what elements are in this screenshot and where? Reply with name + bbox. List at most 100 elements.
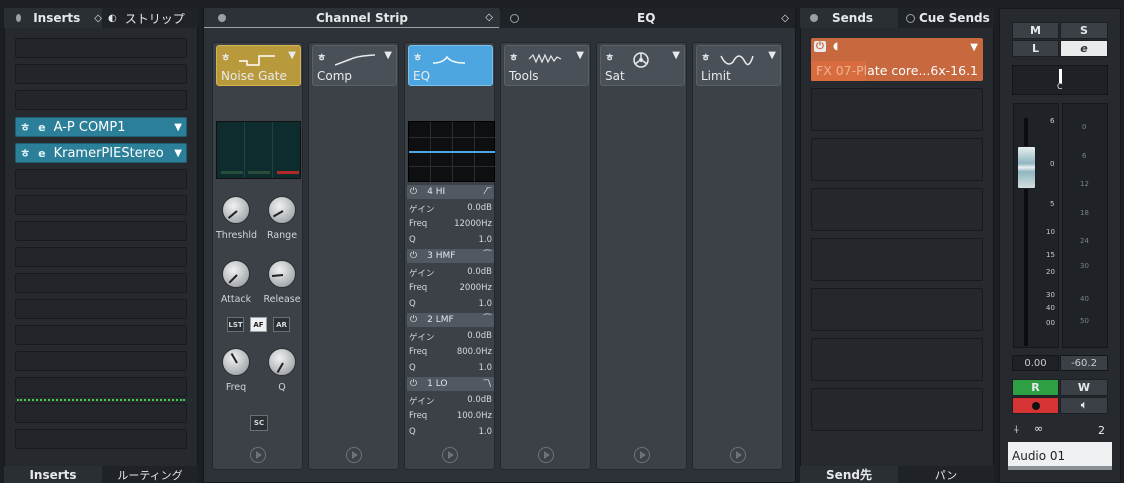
cue-sends-tab[interactable]: Cue Sends: [898, 8, 994, 28]
sidechain-button[interactable]: SC: [250, 415, 268, 431]
dropdown-arrow-icon[interactable]: ▼: [672, 50, 680, 61]
eq-band-4-gain[interactable]: ゲイン 0.0dB: [409, 203, 492, 215]
inserts-bottom-tab[interactable]: Inserts: [4, 466, 102, 483]
eq-band-2-freq[interactable]: Freq 800.0Hz: [409, 347, 492, 357]
play-icon[interactable]: [250, 447, 266, 463]
sends-tab[interactable]: Sends: [800, 8, 898, 28]
play-icon[interactable]: [538, 447, 554, 463]
insert-slot[interactable]: [15, 351, 187, 371]
eq-band-2-header[interactable]: ⏻ 2 LMF ⁀: [407, 313, 494, 327]
play-icon[interactable]: [442, 447, 458, 463]
peak-filter-icon[interactable]: ⁀: [484, 315, 491, 325]
routing-tab[interactable]: ルーティング: [102, 466, 198, 483]
read-automation-button[interactable]: R: [1012, 379, 1059, 396]
attack-knob[interactable]: [222, 260, 250, 288]
eq-band-1-freq[interactable]: Freq 100.0Hz: [409, 411, 492, 421]
edit-icon[interactable]: e: [38, 121, 45, 134]
insert-slot[interactable]: [15, 169, 187, 189]
eq-band-1-q[interactable]: Q 1.0: [409, 427, 492, 437]
pan-tab[interactable]: パン: [898, 466, 994, 483]
dropdown-arrow-icon[interactable]: ▼: [288, 50, 296, 61]
power-icon[interactable]: ㅎ: [221, 49, 230, 64]
send-level[interactable]: -16.1: [946, 63, 978, 78]
eq-band-3-freq[interactable]: Freq 2000Hz: [409, 283, 492, 293]
bypass-icon[interactable]: ㅎ: [20, 119, 30, 135]
q-knob[interactable]: [268, 348, 296, 376]
solo-button[interactable]: S: [1060, 22, 1108, 39]
send-slot[interactable]: [811, 138, 983, 181]
play-icon[interactable]: [634, 447, 650, 463]
eq-band-1-header[interactable]: ⏻ 1 LO ‾\: [407, 377, 494, 391]
send-slot[interactable]: [811, 188, 983, 231]
high-shelf-icon[interactable]: ⁄‾: [485, 187, 491, 197]
power-icon[interactable]: ⏻: [410, 187, 417, 197]
module-header-sat[interactable]: ㅎ ▼ Sat: [600, 45, 685, 86]
eq-band-1-gain[interactable]: ゲイン 0.0dB: [409, 395, 492, 407]
send-power-icon[interactable]: ⏻: [814, 41, 826, 52]
send-slot[interactable]: [811, 338, 983, 381]
dropdown-arrow-icon[interactable]: ▼: [174, 148, 182, 159]
strip-tab[interactable]: ◐ ストリップ: [102, 8, 198, 28]
edit-channel-button[interactable]: e: [1060, 40, 1108, 57]
eq-band-3-header[interactable]: ⏻ 3 HMF ⁀: [407, 249, 494, 263]
power-icon[interactable]: ⏻: [410, 251, 417, 261]
waveform-icon[interactable]: ⍭: [1013, 423, 1020, 437]
module-header-comp[interactable]: ㅎ ▼ Comp: [312, 45, 397, 86]
eq-band-3-q[interactable]: Q 1.0: [409, 299, 492, 309]
power-icon[interactable]: ㅎ: [605, 49, 614, 64]
insert-slot-1[interactable]: ㅎ e A-P COMP1 ▼: [15, 117, 187, 137]
bypass-icon[interactable]: ㅎ: [20, 145, 30, 161]
diamond-icon[interactable]: ◇: [94, 13, 102, 24]
eq-band-3-gain[interactable]: ゲイン 0.0dB: [409, 267, 492, 279]
power-icon[interactable]: ㅎ: [317, 49, 326, 64]
freq-knob[interactable]: [222, 348, 250, 376]
send-slot[interactable]: [811, 288, 983, 331]
volume-fader-handle[interactable]: [1017, 146, 1036, 189]
volume-readout[interactable]: 0.00: [1012, 355, 1059, 371]
peak-readout[interactable]: -60.2: [1060, 355, 1108, 371]
diamond-icon[interactable]: ◇: [781, 13, 789, 24]
dropdown-arrow-icon[interactable]: ▼: [576, 50, 584, 61]
power-icon[interactable]: ⏻: [410, 315, 417, 325]
power-icon[interactable]: ㅎ: [413, 49, 422, 64]
eq-band-4-header[interactable]: ⏻ 4 HI ⁄‾: [407, 185, 494, 199]
record-enable-button[interactable]: [1012, 397, 1059, 414]
peak-filter-icon[interactable]: ⁀: [484, 251, 491, 261]
eq-band-4-q[interactable]: Q 1.0: [409, 235, 492, 245]
diamond-icon[interactable]: ◇: [485, 12, 493, 23]
insert-slot[interactable]: [15, 299, 187, 319]
threshold-knob[interactable]: [222, 196, 250, 224]
insert-slot[interactable]: [15, 64, 187, 84]
insert-slot[interactable]: [15, 325, 187, 345]
pan-control[interactable]: C: [1012, 65, 1108, 95]
dropdown-arrow-icon[interactable]: ▼: [174, 122, 182, 133]
pre-post-icon[interactable]: ◖: [833, 41, 838, 52]
insert-slot-2[interactable]: ㅎ e KramerPIEStereo ▼: [15, 143, 187, 163]
af-button[interactable]: AF: [250, 317, 267, 332]
send-slot[interactable]: [811, 238, 983, 281]
module-header-noise-gate[interactable]: ㅎ ▼ Noise Gate: [216, 45, 301, 86]
link-icon[interactable]: ∞: [1034, 422, 1043, 435]
insert-slot[interactable]: [15, 195, 187, 215]
insert-slot[interactable]: [15, 247, 187, 267]
eq-band-2-gain[interactable]: ゲイン 0.0dB: [409, 331, 492, 343]
insert-slot[interactable]: [15, 221, 187, 241]
inserts-tab[interactable]: Inserts ◇: [4, 8, 102, 28]
lst-button[interactable]: LST: [227, 317, 244, 332]
low-shelf-icon[interactable]: ‾\: [483, 379, 491, 389]
power-icon[interactable]: ㅎ: [509, 49, 518, 64]
ar-button[interactable]: AR: [273, 317, 290, 332]
insert-slot[interactable]: [15, 403, 187, 423]
send-slot[interactable]: [811, 388, 983, 431]
monitor-button[interactable]: 🔈︎: [1060, 397, 1108, 414]
eq-tab[interactable]: EQ ◇: [500, 8, 795, 28]
send-destination-tab[interactable]: Send先: [800, 466, 898, 483]
eq-band-4-freq[interactable]: Freq 12000Hz: [409, 219, 492, 229]
dropdown-arrow-icon[interactable]: ▼: [384, 50, 392, 61]
dropdown-arrow-icon[interactable]: ▼: [970, 42, 978, 53]
power-icon[interactable]: ㅎ: [701, 49, 710, 64]
eq-band-2-q[interactable]: Q 1.0: [409, 363, 492, 373]
write-automation-button[interactable]: W: [1060, 379, 1108, 396]
edit-icon[interactable]: e: [38, 147, 45, 160]
power-icon[interactable]: ⏻: [410, 379, 417, 389]
